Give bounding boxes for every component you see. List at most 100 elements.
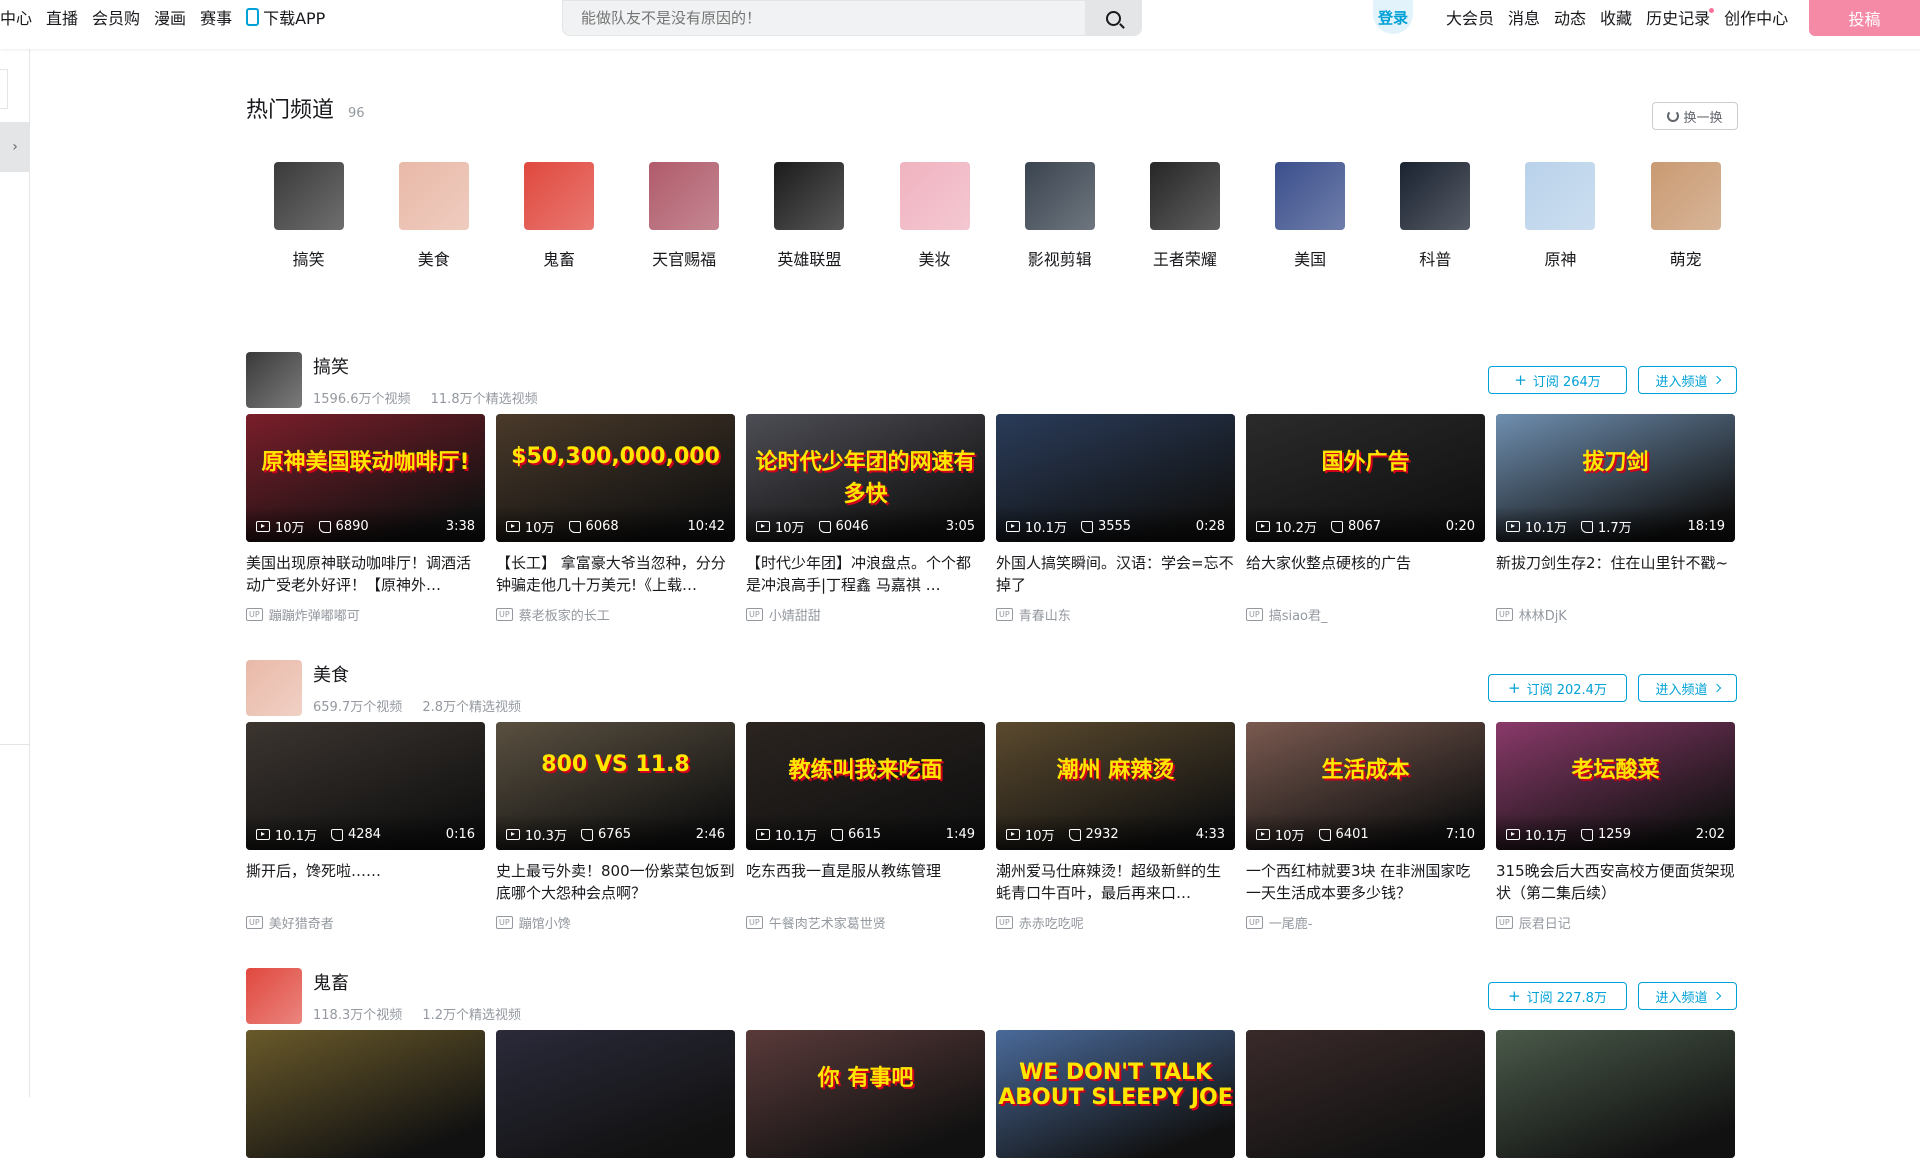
video-card[interactable]: 800 VS 11.8 10.3万 6765 2:46 史上最亏外卖！800一份… <box>496 722 735 932</box>
video-card[interactable]: 教练叫我来吃面 10.1万 6615 1:49 吃东西我一直是服从教练管理 UP… <box>746 722 985 932</box>
nav-item-shop[interactable]: 会员购 <box>92 5 140 29</box>
video-thumbnail[interactable]: 你 有事吧 <box>746 1030 985 1158</box>
video-uploader[interactable]: UP 蹦蹦炸弹嘟嘟可 <box>246 605 485 624</box>
nav-item-messages[interactable]: 消息 <box>1508 5 1540 29</box>
subscribe-button[interactable]: + 订阅 202.4万 <box>1488 674 1627 702</box>
login-button[interactable]: 登录 <box>1373 0 1413 34</box>
section-name[interactable]: 美食 <box>313 661 349 687</box>
video-thumbnail[interactable] <box>1246 1030 1485 1158</box>
subscribe-button[interactable]: + 订阅 264万 <box>1488 366 1627 394</box>
video-title[interactable]: 【时代少年团】冲浪盘点。个个都是冲浪高手|丁程鑫 马嘉祺 … <box>746 552 985 596</box>
subscribe-button[interactable]: + 订阅 227.8万 <box>1488 982 1627 1010</box>
search-button[interactable] <box>1085 1 1141 35</box>
section-avatar[interactable] <box>246 660 302 716</box>
video-thumbnail[interactable]: $50,300,000,000 10万 6068 10:42 <box>496 414 735 542</box>
search-input[interactable] <box>563 1 1085 35</box>
swap-button[interactable]: 换一换 <box>1652 102 1738 130</box>
video-title[interactable]: 吃东西我一直是服从教练管理 <box>746 860 985 904</box>
channel-item[interactable]: 搞笑 <box>246 162 371 270</box>
video-thumbnail[interactable]: 老坛酸菜 10.1万 1259 2:02 <box>1496 722 1735 850</box>
channel-item[interactable]: 科普 <box>1373 162 1498 270</box>
video-thumbnail[interactable]: 生活成本 10万 6401 7:10 <box>1246 722 1485 850</box>
video-title[interactable]: 315晚会后大西安高校方便面货架现状（第二集后续） <box>1496 860 1735 904</box>
video-card[interactable]: 论时代少年团的网速有多快 10万 6046 3:05 【时代少年团】冲浪盘点。个… <box>746 414 985 624</box>
video-title[interactable]: 【长工】 拿富豪大爷当忽种，分分钟骗走他几十万美元!《上载… <box>496 552 735 596</box>
channel-item[interactable]: 鬼畜 <box>496 162 621 270</box>
video-thumbnail[interactable]: 拔刀剑 10.1万 1.7万 18:19 <box>1496 414 1735 542</box>
video-card[interactable] <box>1246 1030 1485 1158</box>
video-card[interactable]: 潮州 麻辣烫 10万 2932 4:33 潮州爱马仕麻辣烫！超级新鲜的生蚝青口牛… <box>996 722 1235 932</box>
video-thumbnail[interactable]: WE DON'T TALK ABOUT SLEEPY JOE <box>996 1030 1235 1158</box>
video-thumbnail[interactable] <box>246 1030 485 1158</box>
nav-item-comic[interactable]: 漫画 <box>154 5 186 29</box>
video-card[interactable]: 国外广告 10.2万 8067 0:20 给大家伙整点硬核的广告 UP 搞sia… <box>1246 414 1485 624</box>
nav-item-match[interactable]: 赛事 <box>200 5 232 29</box>
video-card[interactable]: $50,300,000,000 10万 6068 10:42 【长工】 拿富豪大… <box>496 414 735 624</box>
video-uploader[interactable]: UP 蹦馆小馋 <box>496 913 735 932</box>
nav-item-favorites[interactable]: 收藏 <box>1600 5 1632 29</box>
video-thumbnail[interactable]: 教练叫我来吃面 10.1万 6615 1:49 <box>746 722 985 850</box>
video-thumbnail[interactable] <box>1496 1030 1735 1158</box>
section-avatar[interactable] <box>246 968 302 1024</box>
enter-channel-button[interactable]: 进入频道 <box>1638 366 1737 394</box>
section-name[interactable]: 搞笑 <box>313 353 349 379</box>
channel-item[interactable]: 美食 <box>371 162 496 270</box>
video-uploader[interactable]: UP 蔡老板家的长工 <box>496 605 735 624</box>
video-card[interactable]: 原神美国联动咖啡厅! 10万 6890 3:38 美国出现原神联动咖啡厅！调酒活… <box>246 414 485 624</box>
video-thumbnail[interactable]: 10.1万 3555 0:28 <box>996 414 1235 542</box>
channel-item[interactable]: 美妆 <box>872 162 997 270</box>
video-card[interactable] <box>246 1030 485 1158</box>
video-uploader[interactable]: UP 美好猎奇者 <box>246 913 485 932</box>
video-card[interactable]: WE DON'T TALK ABOUT SLEEPY JOE <box>996 1030 1235 1158</box>
channel-item[interactable]: 萌宠 <box>1623 162 1748 270</box>
video-card[interactable] <box>1496 1030 1735 1158</box>
video-thumbnail[interactable]: 10.1万 4284 0:16 <box>246 722 485 850</box>
video-card[interactable]: 老坛酸菜 10.1万 1259 2:02 315晚会后大西安高校方便面货架现状（… <box>1496 722 1735 932</box>
video-card[interactable]: 10.1万 3555 0:28 外国人搞笑瞬间。汉语：学会=忘不掉了 UP 青春… <box>996 414 1235 624</box>
nav-item-dynamics[interactable]: 动态 <box>1554 5 1586 29</box>
video-title[interactable]: 美国出现原神联动咖啡厅！调酒活动广受老外好评！【原神外… <box>246 552 485 596</box>
video-title[interactable]: 撕开后，馋死啦…… <box>246 860 485 904</box>
channel-item[interactable]: 英雄联盟 <box>747 162 872 270</box>
channel-item[interactable]: 王者荣耀 <box>1122 162 1247 270</box>
video-uploader[interactable]: UP 午餐肉艺术家葛世贤 <box>746 913 985 932</box>
video-uploader[interactable]: UP 小婧甜甜 <box>746 605 985 624</box>
channel-item[interactable]: 天官赐福 <box>622 162 747 270</box>
video-title[interactable]: 外国人搞笑瞬间。汉语：学会=忘不掉了 <box>996 552 1235 596</box>
upload-button[interactable]: 投稿 <box>1809 0 1920 36</box>
video-card[interactable] <box>496 1030 735 1158</box>
video-title[interactable]: 新拔刀剑生存2：住在山里针不戳~ <box>1496 552 1735 596</box>
video-title[interactable]: 史上最亏外卖！800一份紫菜包饭到底哪个大怨种会点啊？ <box>496 860 735 904</box>
video-uploader[interactable]: UP 赤赤吃吃呢 <box>996 913 1235 932</box>
video-card[interactable]: 拔刀剑 10.1万 1.7万 18:19 新拔刀剑生存2：住在山里针不戳~ UP… <box>1496 414 1735 624</box>
nav-item-live[interactable]: 直播 <box>46 5 78 29</box>
section-avatar[interactable] <box>246 352 302 408</box>
video-thumbnail[interactable]: 潮州 麻辣烫 10万 2932 4:33 <box>996 722 1235 850</box>
channel-item[interactable]: 影视剪辑 <box>997 162 1122 270</box>
nav-item-creator-center[interactable]: 创作中心 <box>1724 5 1788 29</box>
video-thumbnail[interactable]: 800 VS 11.8 10.3万 6765 2:46 <box>496 722 735 850</box>
video-card[interactable]: 10.1万 4284 0:16 撕开后，馋死啦…… UP 美好猎奇者 <box>246 722 485 932</box>
sidebar-expand-button[interactable]: › <box>0 122 30 172</box>
enter-channel-button[interactable]: 进入频道 <box>1638 674 1737 702</box>
video-thumbnail[interactable]: 原神美国联动咖啡厅! 10万 6890 3:38 <box>246 414 485 542</box>
nav-item-vip[interactable]: 大会员 <box>1446 5 1494 29</box>
video-title[interactable]: 给大家伙整点硬核的广告 <box>1246 552 1485 596</box>
enter-channel-button[interactable]: 进入频道 <box>1638 982 1737 1010</box>
video-thumbnail[interactable]: 国外广告 10.2万 8067 0:20 <box>1246 414 1485 542</box>
video-thumbnail[interactable]: 论时代少年团的网速有多快 10万 6046 3:05 <box>746 414 985 542</box>
nav-item-center[interactable]: 中心 <box>0 5 32 29</box>
video-card[interactable]: 你 有事吧 <box>746 1030 985 1158</box>
channel-item[interactable]: 原神 <box>1498 162 1623 270</box>
video-uploader[interactable]: UP 辰君日记 <box>1496 913 1735 932</box>
video-title[interactable]: 潮州爱马仕麻辣烫！超级新鲜的生蚝青口牛百叶，最后再来口… <box>996 860 1235 904</box>
nav-item-history[interactable]: 历史记录 <box>1646 5 1715 29</box>
video-uploader[interactable]: UP 一尾鹿- <box>1246 913 1485 932</box>
video-title[interactable]: 一个西红柿就要3块 在非洲国家吃一天生活成本要多少钱？ <box>1246 860 1485 904</box>
channel-item[interactable]: 美国 <box>1248 162 1373 270</box>
section-name[interactable]: 鬼畜 <box>313 969 349 995</box>
nav-item-download-app[interactable]: 下载APP <box>246 5 325 29</box>
video-uploader[interactable]: UP 搞siao君_ <box>1246 605 1485 624</box>
video-uploader[interactable]: UP 林林DjK <box>1496 605 1735 624</box>
video-thumbnail[interactable] <box>496 1030 735 1158</box>
